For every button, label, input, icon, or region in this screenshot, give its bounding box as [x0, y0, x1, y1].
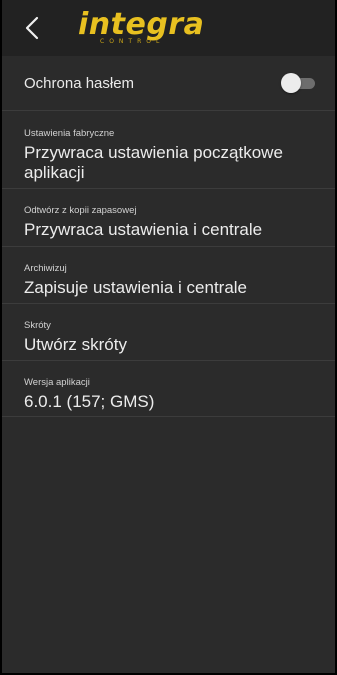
chevron-left-icon — [25, 16, 39, 40]
restore-backup-item[interactable]: Odtwórz z kopii zapasowej Przywraca usta… — [2, 189, 335, 247]
logo-text: integra — [78, 7, 205, 42]
factory-settings-caption: Ustawienia fabryczne — [24, 128, 115, 139]
settings-screen: integra CONTROL Ochrona hasłem Ustawieni… — [0, 0, 337, 675]
toggle-thumb — [281, 73, 301, 93]
restore-backup-description: Przywraca ustawienia i centrale — [24, 220, 263, 239]
app-version-item: Wersja aplikacji 6.0.1 (157; GMS) — [2, 361, 335, 417]
app-bar: integra CONTROL — [2, 0, 335, 56]
app-version-caption: Wersja aplikacji — [24, 377, 90, 388]
settings-list: Ochrona hasłem Ustawienia fabryczne Przy… — [2, 56, 335, 417]
factory-settings-description: Przywraca ustawienia początkowe aplikacj… — [24, 143, 283, 182]
archive-caption: Archiwizuj — [24, 263, 67, 274]
password-protection-toggle[interactable] — [281, 73, 317, 93]
integra-logo: integra CONTROL — [78, 8, 204, 48]
archive-item[interactable]: Archiwizuj Zapisuje ustawienia i central… — [2, 247, 335, 304]
logo-subtext: CONTROL — [100, 38, 165, 45]
shortcuts-caption: Skróty — [24, 320, 51, 331]
password-protection-label: Ochrona hasłem — [24, 74, 135, 92]
password-protection-row[interactable]: Ochrona hasłem — [2, 56, 335, 111]
shortcuts-description: Utwórz skróty — [24, 335, 127, 354]
shortcuts-item[interactable]: Skróty Utwórz skróty — [2, 304, 335, 361]
archive-description: Zapisuje ustawienia i centrale — [24, 278, 248, 297]
back-button[interactable] — [16, 12, 48, 44]
factory-settings-item[interactable]: Ustawienia fabryczne Przywraca ustawieni… — [2, 111, 335, 189]
restore-backup-caption: Odtwórz z kopii zapasowej — [24, 205, 137, 216]
app-version-value: 6.0.1 (157; GMS) — [24, 392, 155, 411]
